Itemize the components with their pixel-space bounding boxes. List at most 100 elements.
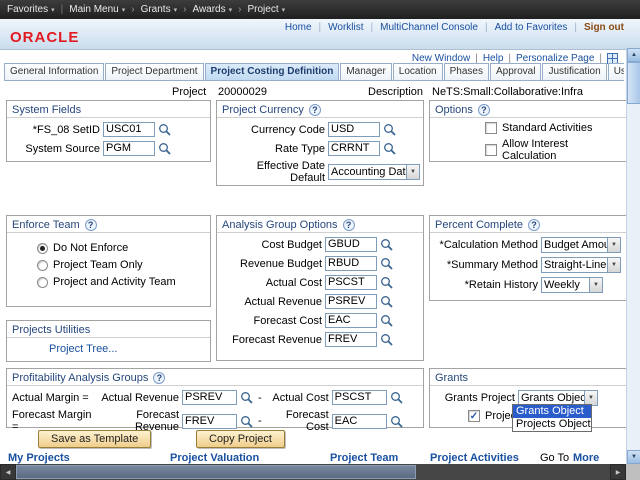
setid-input[interactable]: USC01 bbox=[103, 122, 155, 137]
scroll-down-button[interactable]: ▼ bbox=[627, 450, 640, 464]
allow-interest-calculation-checkbox[interactable] bbox=[485, 144, 497, 156]
project-and-activity-team-radio[interactable] bbox=[37, 277, 48, 288]
tab-general-information[interactable]: General Information bbox=[4, 63, 104, 80]
help-icon[interactable]: ? bbox=[478, 104, 490, 116]
enforce-team-section: Enforce Team ? Do Not Enforce Project Te… bbox=[6, 215, 211, 307]
lookup-icon[interactable] bbox=[380, 276, 393, 289]
breadcrumb-project[interactable]: Project ▾ bbox=[247, 4, 285, 15]
goto-label: Go To bbox=[540, 452, 569, 464]
project-label: Project bbox=[172, 86, 206, 98]
projects-utilities-section: Projects Utilities Project Tree... bbox=[6, 320, 211, 362]
forecast-revenue-input[interactable]: FREV bbox=[325, 332, 377, 347]
lookup-icon[interactable] bbox=[383, 123, 396, 136]
revenue-budget-input[interactable]: RBUD bbox=[325, 256, 377, 271]
percent-complete-section: Percent Complete ? *Calculation Method B… bbox=[429, 215, 629, 301]
dropdown-arrow-icon[interactable]: ▼ bbox=[607, 238, 620, 252]
standard-activities-checkbox[interactable] bbox=[485, 122, 497, 134]
lookup-icon[interactable] bbox=[240, 391, 253, 404]
forecast-cost-input[interactable]: EAC bbox=[332, 414, 387, 429]
tab-project-department[interactable]: Project Department bbox=[105, 63, 203, 80]
help-icon[interactable]: ? bbox=[343, 219, 355, 231]
lookup-icon[interactable] bbox=[380, 295, 393, 308]
tab-justification[interactable]: Justification bbox=[542, 63, 606, 80]
vertical-scroll-thumb[interactable] bbox=[627, 62, 640, 104]
help-icon[interactable]: ? bbox=[153, 372, 165, 384]
actual-revenue-input[interactable]: PSREV bbox=[325, 294, 377, 309]
dropdown-arrow-icon[interactable]: ▼ bbox=[406, 165, 419, 179]
lookup-icon[interactable] bbox=[390, 415, 403, 428]
horizontal-scroll-thumb[interactable] bbox=[16, 465, 416, 479]
do-not-enforce-radio[interactable] bbox=[37, 243, 48, 254]
rate-type-input[interactable]: CRRNT bbox=[328, 141, 380, 156]
forecast-cost-input[interactable]: EAC bbox=[325, 313, 377, 328]
horizontal-scrollbar[interactable]: ◀ ▶ bbox=[0, 464, 626, 480]
project-tree-link[interactable]: Project Tree... bbox=[49, 343, 117, 355]
calculation-method-select[interactable]: Budget Amou ▼ bbox=[541, 237, 621, 253]
currency-code-input[interactable]: USD bbox=[328, 122, 380, 137]
scroll-right-button[interactable]: ▶ bbox=[610, 464, 626, 480]
lookup-icon[interactable] bbox=[380, 238, 393, 251]
dropdown-arrow-icon[interactable]: ▼ bbox=[584, 391, 597, 405]
lookup-icon[interactable] bbox=[380, 333, 393, 346]
profitability-analysis-groups-section: Profitability Analysis Groups ? Actual M… bbox=[6, 368, 424, 428]
minus-sign: - bbox=[256, 392, 264, 404]
favorites-menu[interactable]: Favorites ▾ bbox=[7, 4, 55, 15]
add-to-favorites-link[interactable]: Add to Favorites bbox=[495, 22, 568, 33]
project-team-only-radio[interactable] bbox=[37, 260, 48, 271]
effective-date-default-select[interactable]: Accounting Date ▼ bbox=[328, 164, 420, 180]
dropdown-option-projects-object[interactable]: Projects Object bbox=[513, 418, 591, 431]
vertical-scrollbar[interactable]: ▲ ▼ bbox=[626, 48, 640, 464]
project-value: 20000029 bbox=[218, 86, 267, 98]
tab-user-fields[interactable]: User Fields bbox=[608, 63, 624, 80]
lookup-icon[interactable] bbox=[158, 123, 171, 136]
breadcrumb-grants[interactable]: Grants ▾ bbox=[141, 4, 178, 15]
tab-approval[interactable]: Approval bbox=[490, 63, 541, 80]
goto-more-link[interactable]: More bbox=[573, 452, 599, 464]
my-projects-link[interactable]: My Projects bbox=[8, 452, 70, 464]
forecast-revenue-input[interactable]: FREV bbox=[182, 414, 237, 429]
worklist-link[interactable]: Worklist bbox=[328, 22, 363, 33]
scroll-up-button[interactable]: ▲ bbox=[627, 48, 640, 62]
tab-phases[interactable]: Phases bbox=[444, 63, 489, 80]
dropdown-option-grants-object[interactable]: Grants Object bbox=[513, 405, 591, 418]
main-menu[interactable]: Main Menu ▾ bbox=[69, 4, 125, 15]
home-link[interactable]: Home bbox=[285, 22, 312, 33]
scroll-left-button[interactable]: ◀ bbox=[0, 464, 16, 480]
tab-project-costing-definition[interactable]: Project Costing Definition bbox=[205, 63, 340, 80]
actual-cost-input[interactable]: PSCST bbox=[332, 390, 387, 405]
actual-cost-input[interactable]: PSCST bbox=[325, 275, 377, 290]
sign-out-link[interactable]: Sign out bbox=[584, 22, 624, 33]
tab-manager[interactable]: Manager bbox=[340, 63, 391, 80]
actual-revenue-label: Actual Revenue bbox=[101, 392, 179, 404]
lookup-icon[interactable] bbox=[240, 415, 253, 428]
multichannel-console-link[interactable]: MultiChannel Console bbox=[380, 22, 478, 33]
lookup-icon[interactable] bbox=[158, 142, 171, 155]
project-team-link[interactable]: Project Team bbox=[330, 452, 398, 464]
cost-budget-input[interactable]: GBUD bbox=[325, 237, 377, 252]
chevron-down-icon: ▾ bbox=[122, 6, 126, 14]
system-source-input[interactable]: PGM bbox=[103, 141, 155, 156]
project-activities-link[interactable]: Project Activities bbox=[430, 452, 519, 464]
retain-history-select[interactable]: Weekly ▼ bbox=[541, 277, 603, 293]
project-pri-checkbox[interactable]: ✓ bbox=[468, 410, 480, 422]
grants-project-dropdown-list: Grants Object Projects Object bbox=[512, 404, 592, 432]
dropdown-arrow-icon[interactable]: ▼ bbox=[607, 258, 620, 272]
scrollbar-corner bbox=[626, 464, 640, 480]
actual-revenue-input[interactable]: PSREV bbox=[182, 390, 237, 405]
breadcrumb-awards[interactable]: Awards ▾ bbox=[192, 4, 232, 15]
help-icon[interactable]: ? bbox=[85, 219, 97, 231]
tab-location[interactable]: Location bbox=[393, 63, 443, 80]
save-as-template-button[interactable]: Save as Template bbox=[38, 430, 151, 448]
lookup-icon[interactable] bbox=[380, 314, 393, 327]
project-valuation-link[interactable]: Project Valuation bbox=[170, 452, 259, 464]
help-icon[interactable]: ? bbox=[309, 104, 321, 116]
lookup-icon[interactable] bbox=[380, 257, 393, 270]
forecast-revenue-label: Forecast Revenue bbox=[222, 334, 322, 346]
lookup-icon[interactable] bbox=[390, 391, 403, 404]
lookup-icon[interactable] bbox=[383, 142, 396, 155]
crumb-separator-icon: › bbox=[183, 4, 186, 15]
help-icon[interactable]: ? bbox=[528, 219, 540, 231]
dropdown-arrow-icon[interactable]: ▼ bbox=[589, 278, 602, 292]
copy-project-button[interactable]: Copy Project bbox=[196, 430, 285, 448]
summary-method-select[interactable]: Straight-Line ▼ bbox=[541, 257, 621, 273]
